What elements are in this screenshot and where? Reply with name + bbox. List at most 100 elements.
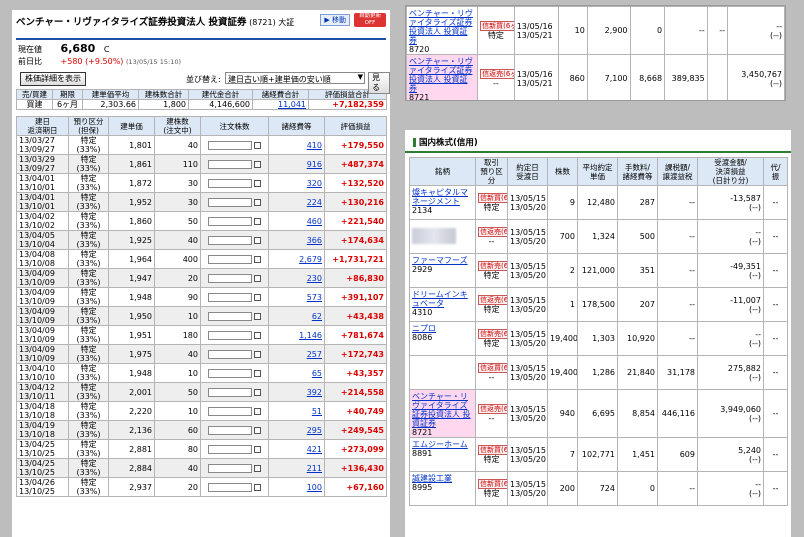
tax: 446,116 bbox=[657, 389, 698, 438]
open-date: 13/04/12 bbox=[19, 383, 55, 393]
fee-link[interactable]: 916 bbox=[268, 154, 325, 174]
order-qty-input[interactable] bbox=[208, 235, 252, 245]
account-cell: 特定 (33%) bbox=[68, 306, 109, 326]
order-qty-input[interactable] bbox=[208, 178, 252, 188]
order-checkbox[interactable] bbox=[254, 198, 261, 206]
order-qty-input[interactable] bbox=[208, 292, 252, 302]
positions-header: 建株数 (注文中) bbox=[154, 116, 201, 136]
stock-name-link[interactable]: ベンチャー・リヴァイタライズ証券投資法人 投資証券 bbox=[412, 392, 473, 428]
stock-detail-button[interactable]: 株価詳細を表示 bbox=[20, 72, 86, 86]
stock-name-link[interactable]: ベンチャー・リヴァイタライズ証券投資法人 投資証券 bbox=[409, 57, 475, 93]
trade-date: 13/05/15 bbox=[510, 261, 546, 271]
order-checkbox[interactable] bbox=[254, 141, 261, 149]
order-qty-input[interactable] bbox=[208, 368, 252, 378]
avg-price: 724 bbox=[577, 471, 618, 506]
fee-link[interactable]: 1,146 bbox=[268, 325, 325, 345]
order-checkbox[interactable] bbox=[254, 369, 261, 377]
order-qty-input[interactable] bbox=[208, 387, 252, 397]
qty: 860 bbox=[558, 54, 588, 100]
order-checkbox[interactable] bbox=[254, 255, 261, 263]
section-title-text: 国内株式(信用) bbox=[419, 138, 478, 148]
pl-amount: 3,450,767 bbox=[741, 69, 782, 79]
order-checkbox[interactable] bbox=[254, 350, 261, 358]
stock-name-link[interactable]: ファーマフーズ bbox=[412, 256, 473, 265]
stock-name-link[interactable]: 誠建設工業 bbox=[412, 474, 473, 483]
fee-link[interactable]: 211 bbox=[268, 458, 325, 478]
order-checkbox[interactable] bbox=[254, 293, 261, 301]
order-checkbox[interactable] bbox=[254, 483, 261, 491]
stock-name-link[interactable]: ドリームインキュベータ bbox=[412, 290, 473, 308]
order-qty-cell bbox=[200, 192, 269, 212]
order-qty-input[interactable] bbox=[208, 406, 252, 416]
table-row: 13/04/08 13/10/08 特定 (33%) 1,964 400 2,679 +1,7… bbox=[16, 249, 387, 269]
trade-type-cell: 信返売(6ヶ月)-- bbox=[475, 389, 508, 438]
order-qty-input[interactable] bbox=[208, 140, 252, 150]
order-qty-input[interactable] bbox=[208, 159, 252, 169]
stock-name-link[interactable]: 燦キャピタルマネージメント bbox=[412, 188, 473, 206]
order-qty-input[interactable] bbox=[208, 273, 252, 283]
account-type: 特定 bbox=[80, 212, 97, 222]
fee-link[interactable]: 230 bbox=[268, 268, 325, 288]
fee-link[interactable]: 295 bbox=[268, 420, 325, 440]
fee-link[interactable]: 392 bbox=[268, 382, 325, 402]
order-qty-input[interactable] bbox=[208, 254, 252, 264]
auto-update-button[interactable]: 自動更新 OFF bbox=[354, 13, 386, 27]
order-checkbox[interactable] bbox=[254, 160, 261, 168]
fee-link[interactable]: 65 bbox=[268, 363, 325, 383]
fee-link[interactable]: 573 bbox=[268, 287, 325, 307]
trade-date: 13/05/16 bbox=[516, 69, 553, 79]
order-qty-input[interactable] bbox=[208, 311, 252, 321]
account-type: -- bbox=[493, 79, 499, 88]
view-button[interactable]: 見る bbox=[368, 72, 390, 94]
order-qty-input[interactable] bbox=[208, 482, 252, 492]
executions-table: 銘柄 取引 預り区分 約定日 受渡日 株数 平均約定 単価 手数料/ 諸経費等 課税額/ 譲… bbox=[409, 157, 788, 506]
fee-link[interactable]: 421 bbox=[268, 439, 325, 459]
pl-amount: -- bbox=[776, 21, 782, 31]
order-checkbox[interactable] bbox=[254, 236, 261, 244]
open-date: 13/04/10 bbox=[19, 364, 55, 374]
order-qty-input[interactable] bbox=[208, 425, 252, 435]
order-qty-input[interactable] bbox=[208, 463, 252, 473]
stock-name-link[interactable]: ベンチャー・リヴァイタライズ証券投資法人 投資証券 bbox=[409, 9, 475, 45]
fee-link[interactable]: 257 bbox=[268, 344, 325, 364]
day-trade-amount: (--) bbox=[748, 236, 761, 246]
transfer: -- bbox=[763, 287, 788, 322]
account-type: 特定 bbox=[80, 459, 97, 469]
order-checkbox[interactable] bbox=[254, 407, 261, 415]
fee-link[interactable]: 224 bbox=[268, 192, 325, 212]
fee-link[interactable]: 51 bbox=[268, 401, 325, 421]
day-trade-amount: (--) bbox=[748, 454, 761, 464]
fee-link[interactable]: 460 bbox=[268, 211, 325, 231]
order-checkbox[interactable] bbox=[254, 445, 261, 453]
fee-link[interactable]: 320 bbox=[268, 173, 325, 193]
order-checkbox[interactable] bbox=[254, 426, 261, 434]
move-button[interactable]: ▶ 移動 bbox=[320, 14, 350, 26]
fee-link[interactable]: 2,679 bbox=[268, 249, 325, 269]
order-checkbox[interactable] bbox=[254, 217, 261, 225]
fee-link[interactable]: 366 bbox=[268, 230, 325, 250]
fee-link[interactable]: 100 bbox=[268, 477, 325, 497]
order-checkbox[interactable] bbox=[254, 388, 261, 396]
order-qty-input[interactable] bbox=[208, 197, 252, 207]
avg-price: 12,480 bbox=[577, 185, 618, 220]
order-checkbox[interactable] bbox=[254, 464, 261, 472]
sort-select[interactable]: 建日古い順+建単価の安い順 ▼ bbox=[225, 72, 365, 84]
order-checkbox[interactable] bbox=[254, 179, 261, 187]
amount-cell: 275,882 (--) bbox=[697, 355, 764, 390]
orders-table: ベンチャー・リヴァイタライズ証券投資法人 投資証券8720信新買(6ヶ月)特定1… bbox=[406, 6, 785, 100]
stock-name-link[interactable]: エムジーホーム bbox=[412, 440, 473, 449]
fee-link[interactable]: 410 bbox=[268, 135, 325, 155]
order-qty-input[interactable] bbox=[208, 444, 252, 454]
profit-loss: +273,099 bbox=[324, 439, 387, 459]
summary-cell[interactable]: 11,041 bbox=[252, 99, 309, 110]
order-qty-input[interactable] bbox=[208, 349, 252, 359]
fee-link[interactable]: 62 bbox=[268, 306, 325, 326]
order-checkbox[interactable] bbox=[254, 312, 261, 320]
order-qty-input[interactable] bbox=[208, 216, 252, 226]
executions-header: 約定日 受渡日 bbox=[507, 157, 548, 186]
order-checkbox[interactable] bbox=[254, 274, 261, 282]
order-checkbox[interactable] bbox=[254, 331, 261, 339]
table-row: 13/04/12 13/10/11 特定 (33%) 2,001 50 392 +214,55… bbox=[16, 382, 387, 402]
order-qty-input[interactable] bbox=[208, 330, 252, 340]
stock-name-link[interactable]: ニプロ bbox=[412, 324, 473, 333]
